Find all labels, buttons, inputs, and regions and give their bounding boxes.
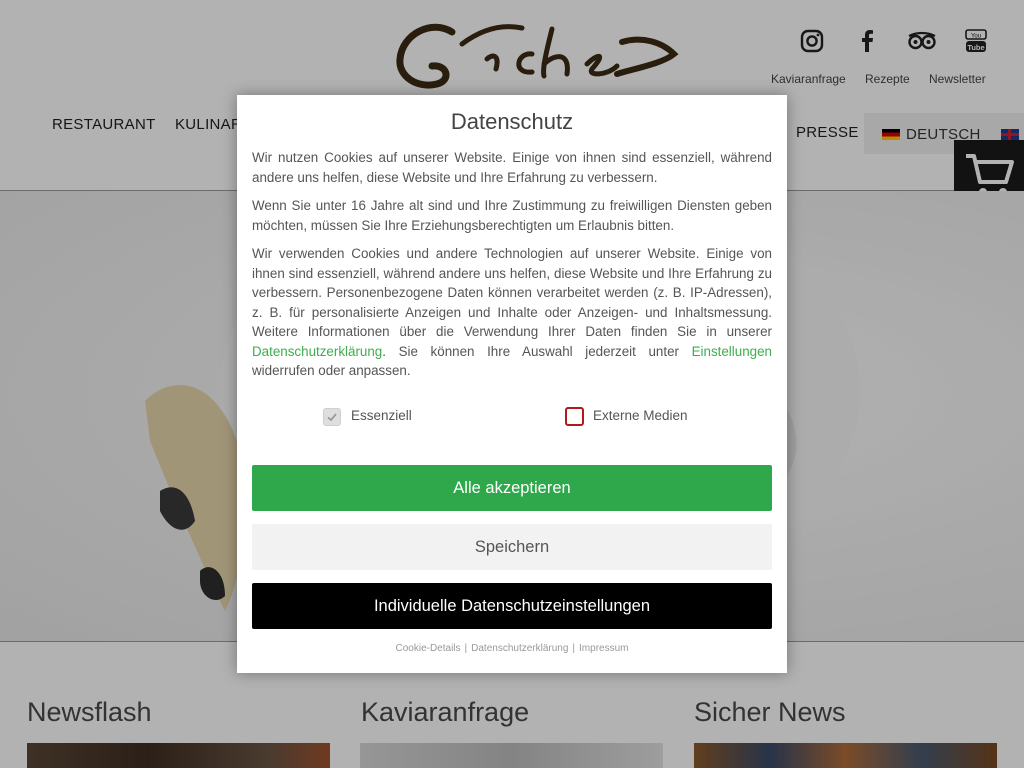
individual-settings-button[interactable]: Individuelle Datenschutzeinstellungen	[252, 583, 772, 629]
privacy-modal: Datenschutz Wir nutzen Cookies auf unser…	[237, 95, 787, 673]
accept-all-button[interactable]: Alle akzeptieren	[252, 465, 772, 511]
checkmark-icon	[327, 413, 337, 422]
page: You Tube Kaviaranfrage Rezepte Newsletter…	[0, 0, 1024, 768]
imprint-link[interactable]: Impressum	[579, 643, 628, 654]
paragraph-3-text-end: widerrufen oder anpassen.	[252, 363, 411, 378]
privacy-policy-link[interactable]: Datenschutzerklärung	[252, 344, 382, 359]
paragraph-3-text-start: Wir verwenden Cookies und andere Technol…	[252, 246, 772, 339]
essential-label: Essenziell	[351, 408, 412, 423]
modal-footer-links: Cookie-Details | Datenschutzerklärung | Impr…	[237, 643, 787, 654]
footer-separator: |	[572, 643, 576, 654]
external-media-label: Externe Medien	[593, 408, 688, 423]
paragraph-3-text-mid: . Sie können Ihre Auswahl jederzeit unte…	[382, 343, 692, 359]
modal-title: Datenschutz	[450, 109, 574, 134]
modal-paragraph-2: Wenn Sie unter 16 Jahre alt sind und Ihr…	[252, 198, 772, 233]
external-media-checkbox[interactable]	[565, 407, 584, 426]
modal-paragraph-1: Wir nutzen Cookies auf unserer Website. …	[252, 150, 772, 185]
settings-link[interactable]: Einstellungen	[692, 344, 772, 359]
save-button[interactable]: Speichern	[252, 524, 772, 570]
cookie-details-link[interactable]: Cookie-Details	[396, 643, 461, 654]
footer-privacy-link[interactable]: Datenschutzerklärung	[471, 643, 568, 654]
essential-checkbox[interactable]	[323, 408, 341, 426]
footer-separator: |	[464, 643, 468, 654]
modal-paragraph-3: Wir verwenden Cookies und andere Technol…	[252, 244, 772, 381]
